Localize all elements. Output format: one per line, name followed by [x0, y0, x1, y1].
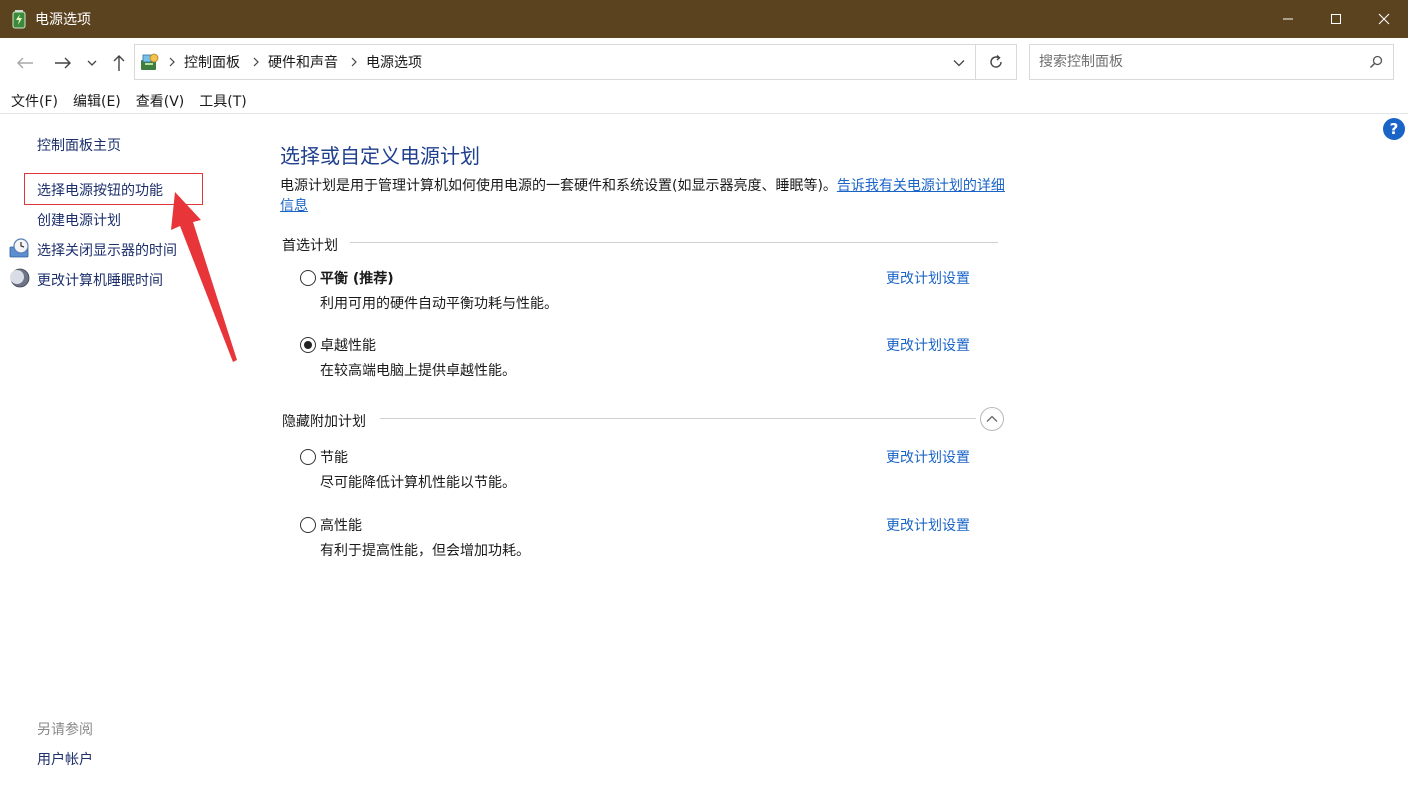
create-power-plan-link[interactable]: 创建电源计划: [37, 210, 121, 230]
menu-file[interactable]: 文件(F): [11, 91, 58, 111]
refresh-icon: [990, 54, 1002, 68]
plan-ultimate-settings-link[interactable]: 更改计划设置: [886, 335, 970, 355]
plan-ultimate-radio[interactable]: [300, 337, 316, 353]
search-input[interactable]: [1039, 54, 1359, 70]
search-box: [1029, 44, 1394, 80]
chevron-right-icon: [168, 57, 176, 67]
plan-saver-desc: 尽可能降低计算机性能以节能。: [320, 475, 516, 491]
plan-ultimate-desc: 在较高端电脑上提供卓越性能。: [320, 363, 516, 379]
section-divider: [380, 418, 976, 419]
plan-high-radio[interactable]: [300, 517, 316, 533]
monitor-clock-icon: [9, 237, 31, 259]
moon-icon: [9, 267, 31, 289]
section-divider: [350, 242, 998, 243]
plan-balanced-settings-link[interactable]: 更改计划设置: [886, 268, 970, 288]
window-title: 电源选项: [35, 12, 91, 28]
up-button[interactable]: [108, 52, 130, 74]
window-controls: [1264, 0, 1408, 38]
plan-ultimate-name: 卓越性能: [320, 338, 376, 354]
control-panel-icon: [138, 51, 160, 73]
plan-balanced-name: 平衡 (推荐): [320, 271, 394, 287]
maximize-button[interactable]: [1312, 0, 1360, 38]
menu-tools[interactable]: 工具(T): [199, 91, 246, 111]
plan-high-settings-link[interactable]: 更改计划设置: [886, 515, 970, 535]
minimize-button[interactable]: [1264, 0, 1312, 38]
recent-locations-button[interactable]: [84, 52, 100, 74]
refresh-button[interactable]: [976, 44, 1017, 80]
chevron-right-icon: [350, 57, 358, 67]
chevron-up-icon: [986, 415, 998, 422]
page-title: 选择或自定义电源计划: [280, 144, 480, 168]
close-button[interactable]: [1360, 0, 1408, 38]
breadcrumb-hardware-sound[interactable]: 硬件和声音: [268, 52, 338, 72]
plan-saver-settings-link[interactable]: 更改计划设置: [886, 447, 970, 467]
plan-high-name: 高性能: [320, 518, 362, 534]
breadcrumb-control-panel[interactable]: 控制面板: [184, 52, 240, 72]
change-sleep-time-link[interactable]: 更改计算机睡眠时间: [37, 270, 163, 290]
chevron-down-icon[interactable]: [949, 53, 969, 73]
collapse-hidden-plans-button[interactable]: [980, 407, 1004, 431]
page-description: 电源计划是用于管理计算机如何使用电源的一套硬件和系统设置(如显示器亮度、睡眠等)…: [280, 178, 1005, 214]
annotation-arrow: [171, 192, 237, 362]
breadcrumb-power-options[interactable]: 电源选项: [366, 52, 422, 72]
plan-saver-name: 节能: [320, 450, 348, 466]
chevron-right-icon: [252, 57, 260, 67]
menu-edit[interactable]: 编辑(E): [73, 91, 121, 111]
plan-balanced-desc: 利用可用的硬件自动平衡功耗与性能。: [320, 296, 558, 312]
plan-high-desc: 有利于提高性能，但会增加功耗。: [320, 543, 530, 559]
help-button[interactable]: ?: [1383, 118, 1405, 140]
navigation-toolbar: 控制面板 硬件和声音 电源选项: [0, 38, 1408, 88]
battery-power-icon: [11, 9, 27, 29]
control-panel-home-link[interactable]: 控制面板主页: [37, 135, 121, 155]
back-button[interactable]: [14, 52, 36, 74]
menu-view[interactable]: 查看(V): [136, 91, 185, 111]
title-bar: 电源选项: [0, 0, 1408, 38]
search-icon[interactable]: [1369, 55, 1383, 73]
address-bar[interactable]: 控制面板 硬件和声音 电源选项: [134, 44, 976, 80]
user-accounts-link[interactable]: 用户帐户: [37, 749, 93, 769]
see-also-heading: 另请参阅: [37, 722, 93, 738]
forward-button[interactable]: [52, 52, 74, 74]
menu-bar: 文件(F) 编辑(E) 查看(V) 工具(T): [0, 88, 1408, 114]
plan-saver-radio[interactable]: [300, 449, 316, 465]
choose-display-off-link[interactable]: 选择关闭显示器的时间: [37, 240, 177, 260]
preferred-plans-header: 首选计划: [282, 238, 338, 254]
choose-power-button-link[interactable]: 选择电源按钮的功能: [37, 180, 163, 200]
hidden-plans-header: 隐藏附加计划: [282, 414, 366, 430]
plan-balanced-radio[interactable]: [300, 270, 316, 286]
